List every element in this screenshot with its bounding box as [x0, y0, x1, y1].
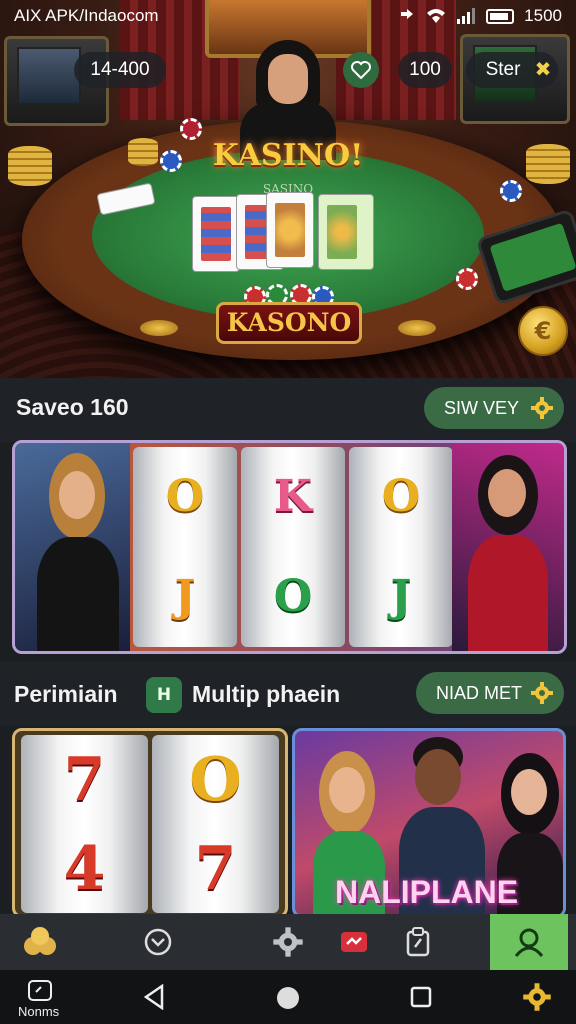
favorite-button[interactable]: [343, 52, 379, 88]
cup-holder: [140, 320, 178, 336]
reel-symbol: O: [165, 471, 205, 522]
playing-card: [192, 196, 240, 272]
slot-game-card[interactable]: O J K O O J: [12, 440, 567, 654]
status-carrier: AIX APK/Indaocom: [14, 6, 159, 25]
chip: [500, 180, 522, 202]
reel-symbol: O: [273, 571, 313, 622]
kasino-logo: KASINO!: [212, 138, 364, 173]
gift-icon: [341, 932, 367, 952]
recents-icon[interactable]: [410, 986, 432, 1008]
gold-coin: €: [518, 306, 568, 356]
kasono-plaque: KASONO: [216, 302, 362, 344]
button-label: NIAD MET: [436, 683, 523, 703]
back-icon[interactable]: [142, 984, 166, 1010]
coin-stack: [128, 138, 158, 166]
app-switcher-icon[interactable]: [26, 978, 56, 1004]
gear-icon[interactable]: [522, 982, 552, 1012]
battery-icon: [486, 8, 515, 24]
reel: 7 4: [21, 735, 148, 913]
sync-icon: [401, 9, 414, 19]
coin-balance[interactable]: 14-400: [74, 52, 166, 88]
nav-profile[interactable]: [490, 914, 568, 970]
reel: K O: [241, 447, 345, 647]
system-nav-bar: [0, 970, 576, 1024]
coin-stack: [8, 146, 52, 186]
reel-symbol: 7: [63, 744, 106, 815]
gear-icon: [531, 682, 553, 704]
reel-symbol: O: [189, 744, 242, 815]
chevron-circle-icon: [144, 928, 172, 956]
section-title: Saveo 160: [16, 394, 129, 420]
reel: O 7: [152, 735, 279, 913]
button-label: SIW VEY: [444, 398, 520, 418]
app-switcher-label: Nonms: [18, 1004, 60, 1019]
chip: [180, 118, 202, 140]
star-icon: ✖: [534, 59, 552, 81]
chip: [160, 150, 182, 172]
promo-game-card[interactable]: NALIPLANE: [292, 728, 566, 918]
cup-holder: [398, 320, 436, 336]
profile-icon: [514, 928, 544, 957]
reel-symbol: J: [174, 571, 196, 622]
reel-symbol: O: [381, 471, 421, 522]
hostess-image: [452, 443, 564, 651]
siw-vey-button[interactable]: SIW VEY: [424, 387, 564, 429]
home-button-icon[interactable]: [274, 984, 302, 1012]
status-bar: AIX APK/Indaocom 1500: [0, 0, 576, 32]
nav-gifts[interactable]: [322, 914, 386, 970]
home-icon: [24, 927, 56, 955]
section-title-left: Perimiain: [14, 681, 118, 707]
niad-met-button[interactable]: NIAD MET: [416, 672, 564, 714]
chip: [456, 268, 478, 290]
chat-icon[interactable]: H: [146, 677, 182, 713]
heart-icon: [351, 61, 371, 79]
clipboard-icon: [406, 927, 430, 957]
reel-symbol: 7: [194, 833, 237, 904]
start-button[interactable]: Ster ✖: [466, 52, 558, 88]
reel: O J: [133, 447, 237, 647]
slot-game-card[interactable]: 7 4 O 7: [12, 728, 288, 918]
reel-symbol: K: [273, 471, 313, 522]
reel: O J: [349, 447, 453, 647]
nav-home[interactable]: [8, 914, 72, 970]
nav-discover[interactable]: [126, 914, 190, 970]
score-pill[interactable]: 100: [398, 52, 452, 88]
playing-card: [318, 194, 374, 270]
slot-reels: O J K O O J: [133, 447, 453, 647]
promo-title: NALIPLANE: [335, 874, 519, 910]
slot-reels: 7 4 O 7: [21, 735, 279, 913]
nav-settings[interactable]: [256, 914, 320, 970]
gear-icon: [273, 927, 303, 957]
battery-level: 1500: [524, 6, 562, 25]
gear-icon: [531, 397, 553, 419]
reel-symbol: 4: [63, 833, 106, 904]
signal-icon: [457, 8, 476, 24]
start-label: Ster: [485, 59, 521, 80]
wifi-icon: [427, 9, 446, 23]
hostess-image: [15, 443, 130, 651]
nav-tasks[interactable]: [386, 914, 450, 970]
bottom-nav: [0, 914, 576, 970]
coin-stack: [526, 144, 570, 184]
playing-card: [266, 192, 314, 268]
reel-symbol: J: [390, 571, 412, 622]
section-title-right: Multip phaein: [192, 681, 341, 707]
